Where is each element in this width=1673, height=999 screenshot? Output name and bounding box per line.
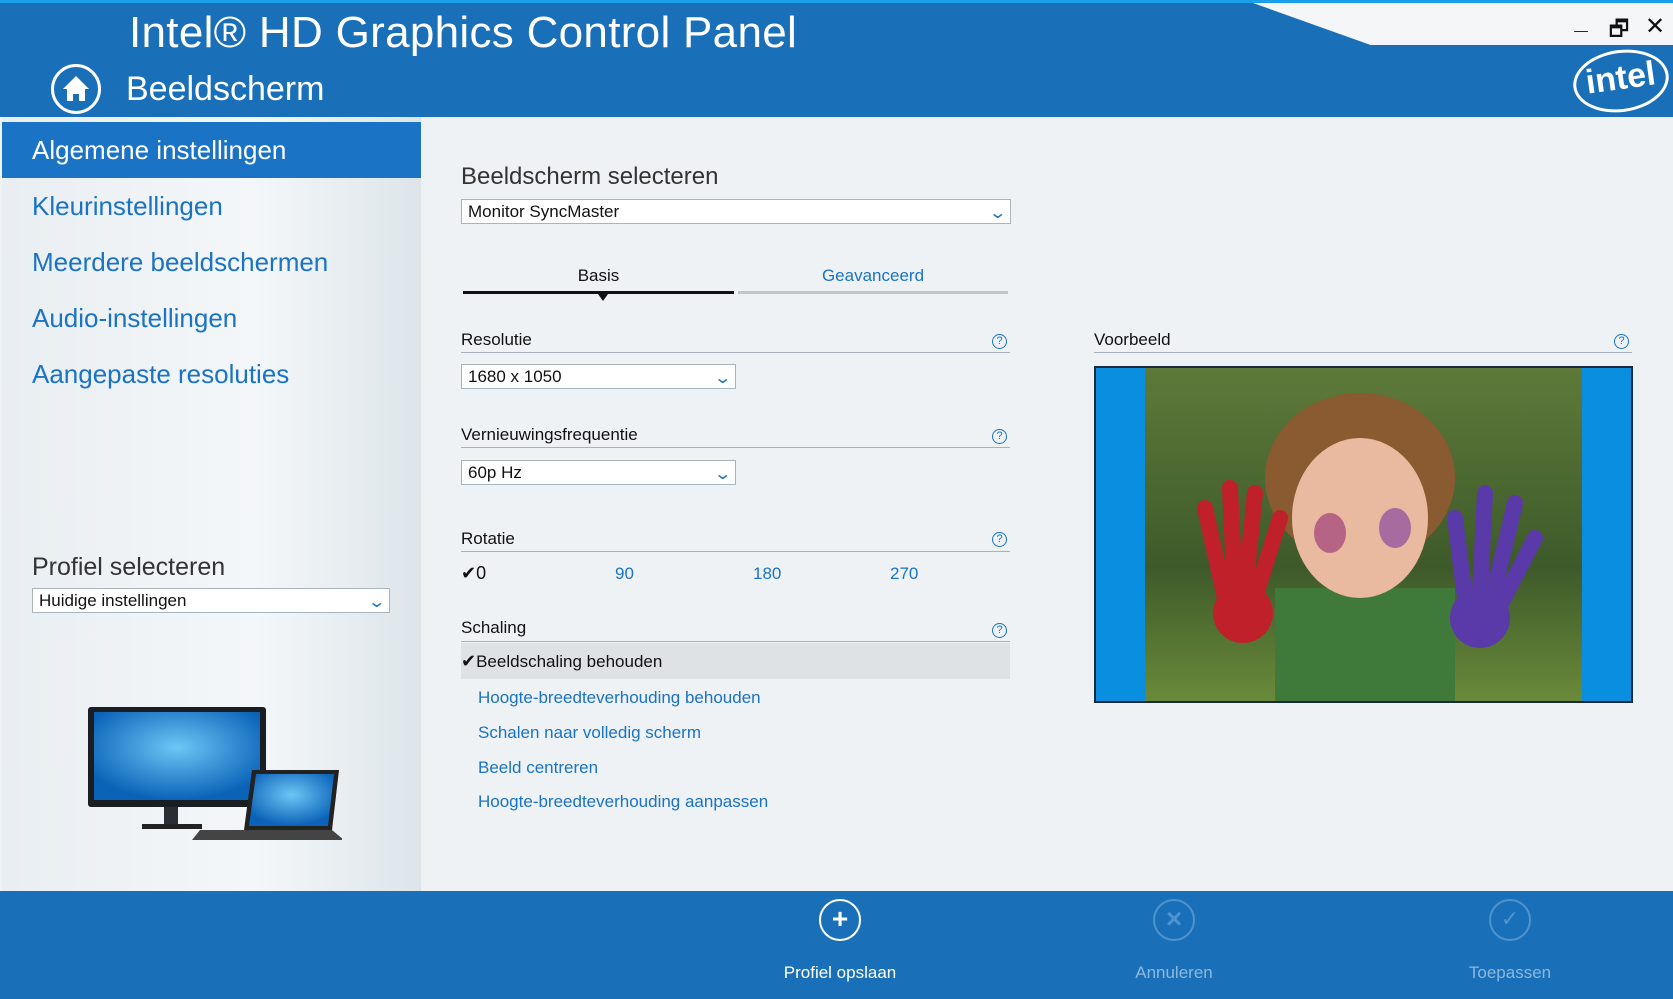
preview-label: Voorbeeld bbox=[1094, 330, 1171, 349]
close-button[interactable]: ✕ bbox=[1640, 12, 1670, 41]
restore-button[interactable]: 🗗 bbox=[1604, 12, 1634, 50]
scaling-label: Schaling bbox=[461, 618, 527, 637]
profile-label: Profiel selecteren bbox=[32, 553, 226, 581]
rotation-value: 0 bbox=[476, 563, 487, 583]
chevron-down-icon: ⌄ bbox=[987, 205, 1007, 222]
sidebar-item-kleurinstellingen[interactable]: Kleurinstellingen bbox=[2, 178, 421, 234]
rotation-label: Rotatie bbox=[461, 529, 515, 548]
home-button[interactable] bbox=[51, 64, 101, 114]
profile-dropdown[interactable]: Huidige instellingen ⌄ bbox=[32, 588, 390, 613]
cancel-button[interactable]: × Annuleren bbox=[1074, 891, 1274, 983]
preview-photo bbox=[1145, 368, 1582, 701]
refresh-value: 60p Hz bbox=[468, 463, 522, 482]
chevron-down-icon: ⌄ bbox=[712, 370, 732, 387]
profile-value: Huidige instellingen bbox=[39, 591, 187, 610]
divider bbox=[1094, 352, 1632, 353]
divider bbox=[461, 447, 1010, 448]
sidebar-item-algemene-instellingen[interactable]: Algemene instellingen bbox=[2, 122, 421, 178]
close-circle-icon: × bbox=[1153, 899, 1195, 941]
tab-basis[interactable]: Basis bbox=[463, 266, 734, 286]
chevron-down-icon: ⌄ bbox=[366, 594, 386, 611]
plus-circle-icon: + bbox=[819, 899, 861, 941]
refresh-dropdown[interactable]: 60p Hz ⌄ bbox=[461, 460, 736, 485]
scaling-option[interactable]: Beeld centreren bbox=[478, 758, 598, 778]
tab-geavanceerd-underline bbox=[738, 291, 1008, 294]
check-icon: ✔ bbox=[461, 651, 477, 671]
sidebar-item-aangepaste-resoluties[interactable]: Aangepaste resoluties bbox=[2, 346, 421, 402]
rotation-option-180[interactable]: 180 bbox=[753, 564, 781, 584]
minimize-button[interactable]: _ bbox=[1566, 8, 1596, 36]
save-profile-label: Profiel opslaan bbox=[783, 963, 897, 982]
sidebar-item-audio-instellingen[interactable]: Audio-instellingen bbox=[2, 290, 421, 346]
divider bbox=[461, 641, 1010, 642]
preview-box bbox=[1094, 366, 1633, 703]
display-select-label: Beeldscherm selecteren bbox=[461, 163, 719, 190]
divider bbox=[461, 352, 1010, 353]
monitor-laptop-illustration bbox=[88, 707, 342, 840]
rotation-option-270[interactable]: 270 bbox=[890, 564, 918, 584]
help-icon[interactable]: ? bbox=[992, 623, 1007, 638]
check-circle-icon: ✓ bbox=[1489, 899, 1531, 941]
resolution-value: 1680 x 1050 bbox=[468, 367, 562, 386]
scaling-option[interactable]: Schalen naar volledig scherm bbox=[478, 723, 701, 743]
scaling-option-label: Beeldschaling behouden bbox=[476, 652, 663, 671]
help-icon[interactable]: ? bbox=[992, 429, 1007, 444]
home-icon bbox=[63, 76, 89, 101]
save-profile-button[interactable]: + Profiel opslaan bbox=[740, 891, 940, 983]
apply-label: Toepassen bbox=[1468, 963, 1552, 982]
tab-geavanceerd[interactable]: Geavanceerd bbox=[738, 266, 1008, 286]
tab-pointer-icon bbox=[598, 294, 608, 301]
resolution-label: Resolutie bbox=[461, 330, 532, 349]
sidebar: Algemene instellingen Kleurinstellingen … bbox=[2, 117, 421, 891]
resolution-dropdown[interactable]: 1680 x 1050 ⌄ bbox=[461, 364, 736, 389]
check-icon: ✔ bbox=[461, 563, 477, 583]
app-title: Intel® HD Graphics Control Panel bbox=[129, 8, 798, 57]
help-icon[interactable]: ? bbox=[992, 334, 1007, 349]
rotation-option-0[interactable]: ✔0 bbox=[461, 563, 486, 584]
scaling-option[interactable]: Hoogte-breedteverhouding aanpassen bbox=[478, 792, 768, 812]
footer-bar: + Profiel opslaan × Annuleren ✓ Toepasse… bbox=[0, 891, 1673, 999]
sidebar-item-meerdere-beeldschermen[interactable]: Meerdere beeldschermen bbox=[2, 234, 421, 290]
help-icon[interactable]: ? bbox=[992, 532, 1007, 547]
section-title: Beeldscherm bbox=[126, 70, 325, 108]
scaling-option[interactable]: Hoogte-breedteverhouding behouden bbox=[478, 688, 761, 708]
apply-button[interactable]: ✓ Toepassen bbox=[1410, 891, 1610, 983]
display-value: Monitor SyncMaster bbox=[468, 202, 620, 221]
chevron-down-icon: ⌄ bbox=[712, 466, 732, 483]
display-dropdown[interactable]: Monitor SyncMaster ⌄ bbox=[461, 199, 1011, 224]
refresh-label: Vernieuwingsfrequentie bbox=[461, 425, 638, 444]
scaling-option-selected[interactable]: ✔Beeldschaling behouden bbox=[461, 643, 1010, 679]
divider bbox=[461, 551, 1010, 552]
cancel-label: Annuleren bbox=[1135, 963, 1213, 982]
rotation-option-90[interactable]: 90 bbox=[615, 564, 634, 584]
help-icon[interactable]: ? bbox=[1614, 334, 1629, 349]
